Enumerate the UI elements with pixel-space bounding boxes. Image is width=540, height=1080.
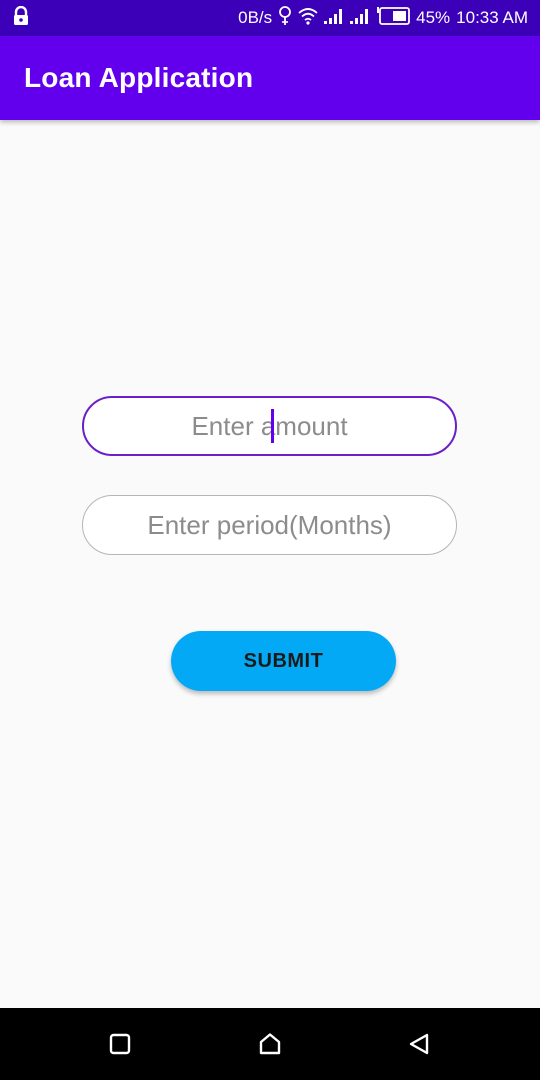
status-right: 0B/s 45% 10:33 AM [238,5,528,31]
home-icon[interactable] [254,1028,286,1060]
submit-button[interactable]: SUBMIT [171,631,396,691]
signal-icon [324,8,344,29]
app-bar: Loan Application [0,36,540,120]
amount-input[interactable]: Enter amount [82,396,457,456]
nav-bar [0,1008,540,1080]
submit-label: SUBMIT [243,649,324,672]
battery-percent: 45% [416,8,451,27]
period-input[interactable]: Enter period(Months) [82,495,457,555]
status-bar: 0B/s 45% 10:33 AM [0,0,540,36]
amount-placeholder: Enter amount [191,410,348,441]
status-left [12,5,30,31]
text-cursor [271,408,274,443]
period-placeholder: Enter period(Months) [147,509,392,540]
network-speed: 0B/s [238,8,273,27]
location-icon [278,5,292,31]
battery-icon [376,6,411,30]
wifi-icon [298,7,318,30]
lock-icon [12,5,30,31]
clock: 10:33 AM [456,8,528,27]
signal-icon [350,8,370,29]
recent-apps-icon[interactable] [104,1028,136,1060]
app-title: Loan Application [24,62,254,93]
back-icon[interactable] [403,1028,435,1060]
